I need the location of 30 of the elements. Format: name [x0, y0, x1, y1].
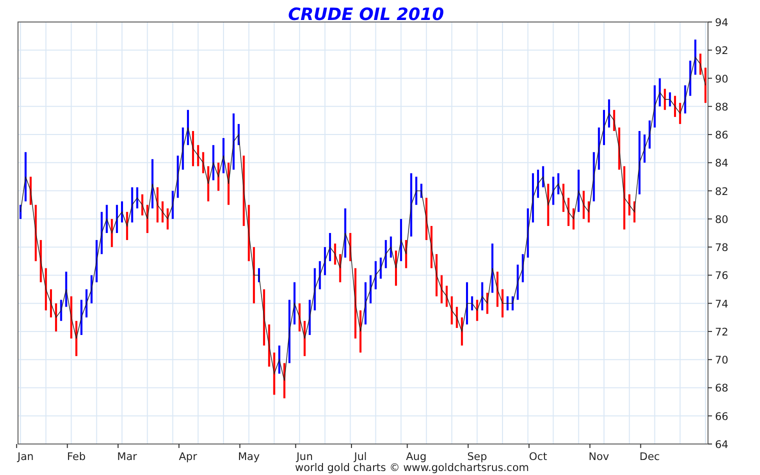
axis-label: Apr — [178, 451, 198, 463]
axis-label: 80 — [715, 214, 728, 226]
axis-label: 72 — [715, 326, 728, 338]
axis-label: Dec — [640, 451, 660, 463]
axis-label: Feb — [67, 451, 86, 463]
axis-label: 94 — [715, 17, 728, 29]
chart-credit: world gold charts © www.goldchartsrus.com — [295, 462, 529, 474]
axis-label: Nov — [588, 451, 610, 463]
axis-label: Jan — [18, 451, 34, 463]
axis-label: 70 — [715, 354, 728, 367]
axis-label: 68 — [715, 382, 728, 395]
axis-label: 76 — [715, 270, 728, 282]
axis-label: 66 — [715, 410, 728, 423]
axis-label: Jun — [296, 451, 313, 463]
axis-label: 78 — [715, 242, 728, 254]
axis-label: 84 — [715, 158, 728, 170]
axis-label: May — [238, 451, 260, 463]
axis-label: 86 — [715, 130, 728, 142]
axis-label: Sep — [467, 451, 488, 463]
axis-label: 90 — [715, 73, 728, 86]
axis-label: Aug — [406, 451, 427, 463]
axis-label: 92 — [715, 45, 728, 58]
axis-label: 74 — [715, 298, 728, 310]
axis-label: 64 — [715, 439, 728, 451]
axis-label: Jul — [354, 451, 367, 463]
axis-label: Mar — [117, 451, 137, 463]
axis-label: 88 — [715, 101, 728, 114]
chart-title: CRUDE OIL 2010 — [288, 5, 444, 25]
axis-label: 82 — [715, 186, 728, 198]
axis-label: Oct — [528, 451, 548, 463]
